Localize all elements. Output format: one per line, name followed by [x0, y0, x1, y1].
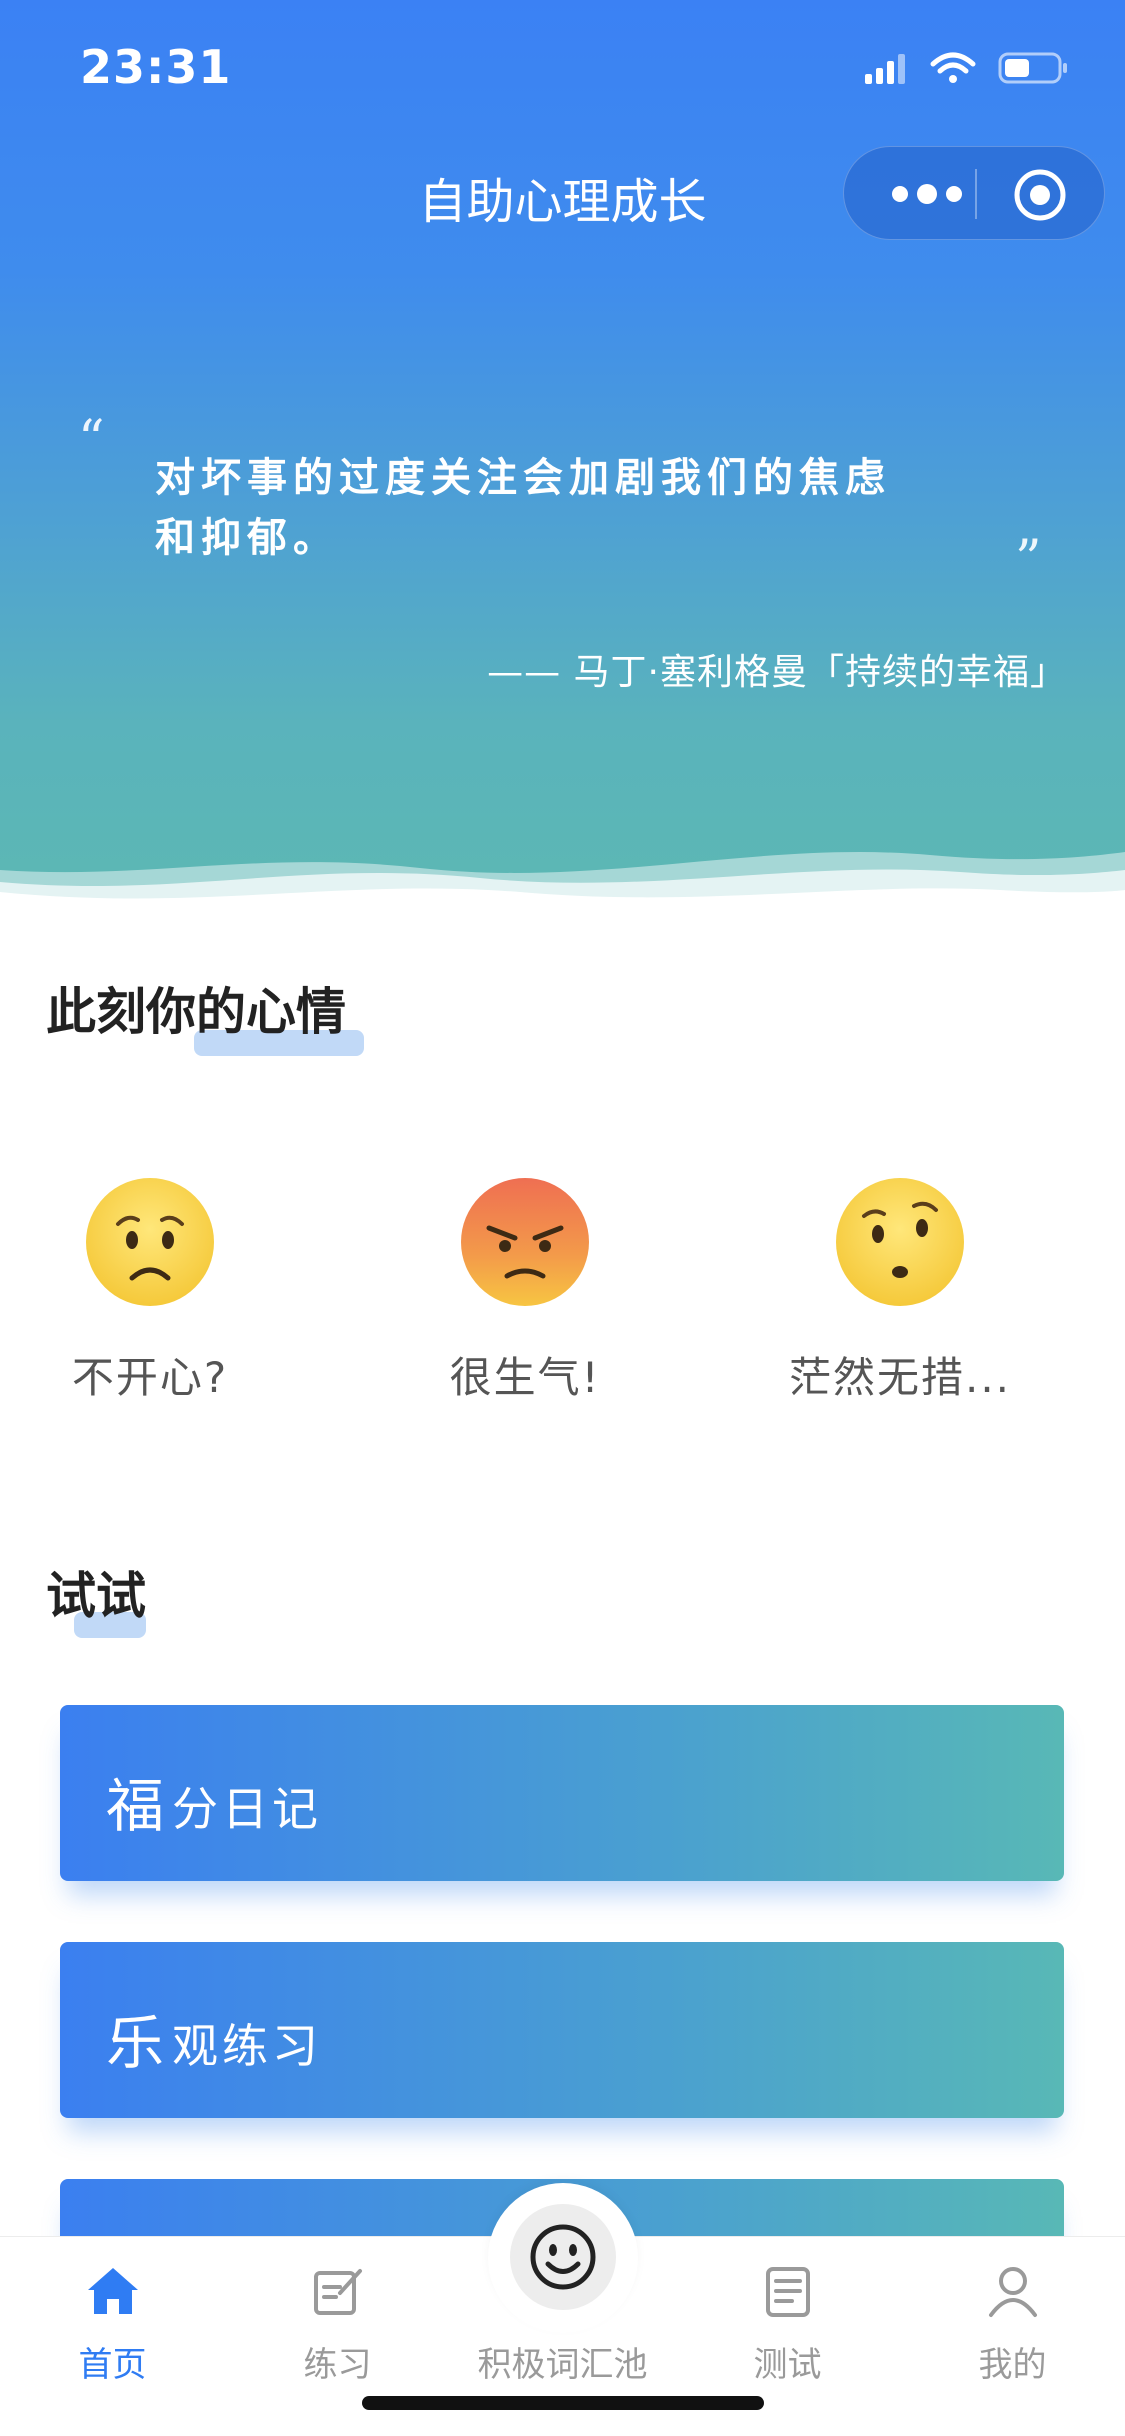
- hero-banner: 23:31 自助心理成长 “ 对坏事的过度关注会加剧我们的焦虑 和抑郁。 ” —…: [0, 0, 1125, 920]
- tab-practice[interactable]: 练习: [225, 2237, 450, 2397]
- home-icon: [88, 2268, 138, 2314]
- card-initial: 乐: [106, 2009, 165, 2077]
- gratitude-diary-card[interactable]: 福 分日记: [60, 1705, 1064, 1881]
- mood-label: 很生气!: [449, 1353, 601, 1402]
- worried-face-icon: [86, 1178, 214, 1306]
- target-circle-icon[interactable]: [1012, 167, 1068, 223]
- quote-open-mark: “: [78, 410, 105, 470]
- edit-note-icon: [314, 2269, 362, 2315]
- card-initial: 福: [106, 1772, 165, 1840]
- tab-label: 练习: [303, 2345, 372, 2385]
- mood-item-confused[interactable]: 茫然无措...: [750, 1176, 1050, 1405]
- status-icons: [865, 52, 1067, 84]
- mood-section-title: 此刻你的心情: [46, 983, 346, 1041]
- mood-label: 不开心?: [71, 1353, 229, 1402]
- tab-test[interactable]: 测试: [675, 2237, 900, 2397]
- angry-face-icon: [461, 1178, 589, 1306]
- mood-label: 茫然无措...: [788, 1353, 1012, 1402]
- document-list-icon: [766, 2267, 810, 2317]
- wifi-icon: [930, 52, 976, 83]
- card-title: 分日记: [172, 1782, 322, 1836]
- tab-home[interactable]: 首页: [0, 2237, 225, 2397]
- confused-face-icon: [836, 1178, 964, 1306]
- quote-line-2: 和抑郁。: [155, 515, 339, 561]
- quote-text: 对坏事的过度关注会加剧我们的焦虑 和抑郁。: [155, 448, 955, 568]
- home-indicator: [362, 2396, 764, 2410]
- capsule-divider: [975, 169, 977, 219]
- tab-label: 首页: [78, 2345, 147, 2385]
- tab-profile[interactable]: 我的: [900, 2237, 1125, 2397]
- quote-close-mark: ”: [1015, 530, 1042, 590]
- status-time: 23:31: [80, 40, 232, 94]
- tab-label: 积极词汇池: [477, 2345, 648, 2385]
- signal-icon: [865, 54, 905, 84]
- tab-label: 我的: [978, 2345, 1047, 2385]
- optimism-practice-card[interactable]: 乐 观练习: [60, 1942, 1064, 2118]
- mini-program-capsule: [843, 146, 1105, 240]
- tab-label: 测试: [753, 2345, 822, 2385]
- mood-item-unhappy[interactable]: 不开心?: [0, 1176, 300, 1405]
- wave-divider: [0, 852, 1125, 920]
- user-icon: [989, 2267, 1037, 2317]
- card-title: 观练习: [172, 2019, 322, 2073]
- battery-icon: [998, 52, 1067, 84]
- quote-line-1: 对坏事的过度关注会加剧我们的焦虑: [155, 455, 891, 501]
- more-dots-icon[interactable]: [882, 175, 982, 213]
- try-section-title: 试试: [46, 1567, 146, 1625]
- quote-source: —— 马丁·塞利格曼「持续的幸福」: [487, 652, 1067, 693]
- smile-icon[interactable]: [523, 2217, 603, 2297]
- mood-item-angry[interactable]: 很生气!: [375, 1176, 675, 1405]
